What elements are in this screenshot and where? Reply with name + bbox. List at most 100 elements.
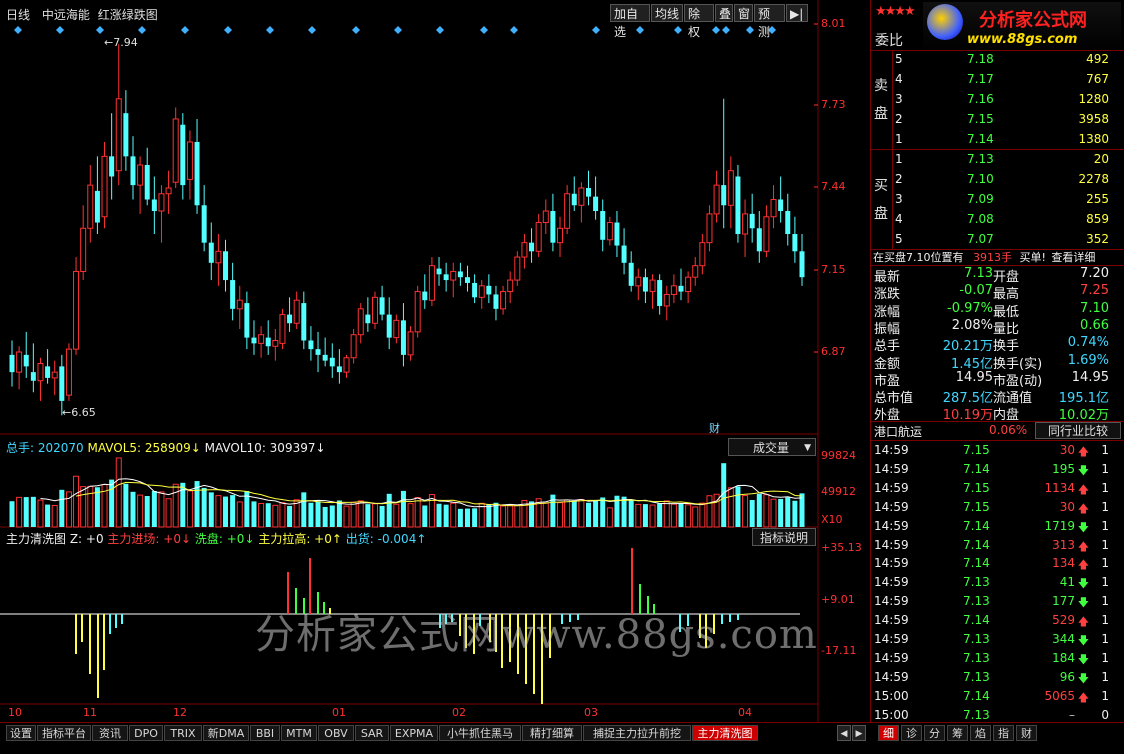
- candle-body[interactable]: [265, 337, 271, 347]
- candle-body[interactable]: [742, 213, 749, 235]
- bottom-tab-0[interactable]: 设置: [6, 725, 36, 741]
- notice-detail-link[interactable]: 查看详细: [1051, 251, 1095, 264]
- candle-body[interactable]: [308, 340, 314, 350]
- candle-body[interactable]: [9, 354, 15, 373]
- event-marker[interactable]: [96, 26, 104, 34]
- candle-body[interactable]: [529, 242, 535, 252]
- order-row[interactable]: 1 7.14 1380: [871, 130, 1124, 150]
- order-row[interactable]: 2 7.10 2278: [871, 170, 1124, 190]
- candle-body[interactable]: [350, 334, 357, 359]
- panel-tab-0[interactable]: 细: [878, 725, 899, 741]
- bottom-tab-7[interactable]: MTM: [281, 725, 317, 741]
- kline-chart-area[interactable]: 日线 中远海能 红涨绿跌图 加自选 均线 除权叠窗预测 ▶| 8.01 7.73 7.44…: [0, 0, 870, 722]
- candle-body[interactable]: [564, 193, 571, 229]
- candle-body[interactable]: [87, 184, 94, 229]
- candle-body[interactable]: [73, 270, 80, 350]
- candle-body[interactable]: [329, 357, 335, 367]
- candle-body[interactable]: [663, 293, 670, 307]
- candle-body[interactable]: [500, 291, 507, 310]
- scroll-right-button[interactable]: ▶: [852, 725, 866, 741]
- tick-row[interactable]: 14:59 7.14 313 🡅 1: [871, 536, 1124, 555]
- candle-body[interactable]: [778, 199, 784, 212]
- candle-body[interactable]: [699, 242, 706, 267]
- candle-body[interactable]: [535, 222, 542, 252]
- panel-tab-5[interactable]: 指: [993, 725, 1014, 741]
- bottom-tab-11[interactable]: 小牛抓住黑马: [439, 725, 521, 741]
- candle-body[interactable]: [792, 234, 798, 252]
- tick-row[interactable]: 14:59 7.15 1134 🡅 1: [871, 479, 1124, 498]
- candle-body[interactable]: [678, 285, 684, 292]
- event-marker[interactable]: [224, 26, 232, 34]
- candle-body[interactable]: [109, 156, 115, 177]
- bottom-tab-12[interactable]: 精打细算: [522, 725, 582, 741]
- order-row[interactable]: 3 7.16 1280: [871, 90, 1124, 110]
- event-marker[interactable]: [266, 26, 274, 34]
- candle-body[interactable]: [407, 331, 414, 356]
- candle-body[interactable]: [428, 265, 435, 301]
- candle-body[interactable]: [23, 354, 29, 367]
- panel-tab-4[interactable]: 焰: [970, 725, 991, 741]
- bottom-tab-8[interactable]: OBV: [318, 725, 354, 741]
- tick-row[interactable]: 14:59 7.13 344 🡇 1: [871, 630, 1124, 649]
- toolbar-button-4[interactable]: 窗: [734, 4, 753, 22]
- candle-body[interactable]: [414, 291, 421, 333]
- order-row[interactable]: 5 7.18 492: [871, 50, 1124, 70]
- candle-body[interactable]: [450, 270, 457, 281]
- tick-row[interactable]: 15:00 7.14 5065 🡅 1: [871, 687, 1124, 706]
- candle-body[interactable]: [550, 211, 556, 243]
- candle-body[interactable]: [614, 222, 620, 246]
- order-row[interactable]: 5 7.07 352: [871, 230, 1124, 250]
- event-marker[interactable]: [746, 26, 754, 34]
- candle-body[interactable]: [336, 366, 342, 373]
- candle-body[interactable]: [785, 211, 791, 235]
- candle-body[interactable]: [635, 276, 642, 287]
- event-marker[interactable]: [480, 26, 488, 34]
- bottom-tab-9[interactable]: SAR: [355, 725, 389, 741]
- candle-body[interactable]: [685, 276, 692, 293]
- event-marker[interactable]: [436, 26, 444, 34]
- toolbar-button-3[interactable]: 叠: [715, 4, 733, 22]
- candle-body[interactable]: [557, 227, 564, 244]
- bottom-tab-1[interactable]: 指标平台: [37, 725, 91, 741]
- candle-body[interactable]: [236, 299, 243, 310]
- event-marker[interactable]: [138, 26, 146, 34]
- sector-name[interactable]: 港口航运: [874, 423, 922, 440]
- candle-body[interactable]: [770, 199, 777, 218]
- candle-body[interactable]: [215, 250, 222, 264]
- candle-body[interactable]: [51, 371, 58, 379]
- event-marker[interactable]: [394, 26, 402, 34]
- indicator-help-button[interactable]: 指标说明: [752, 528, 816, 546]
- candle-body[interactable]: [642, 277, 648, 292]
- panel-tab-3[interactable]: 筹: [947, 725, 968, 741]
- candle-body[interactable]: [756, 228, 762, 252]
- candle-body[interactable]: [371, 296, 378, 324]
- tick-row[interactable]: 14:59 7.13 184 🡇 1: [871, 649, 1124, 668]
- candle-body[interactable]: [137, 164, 144, 186]
- candle-body[interactable]: [101, 155, 108, 218]
- candle-body[interactable]: [670, 285, 677, 295]
- candle-body[interactable]: [208, 242, 214, 263]
- candle-body[interactable]: [343, 357, 350, 373]
- volume-dropdown[interactable]: 成交量 ▼: [728, 438, 816, 456]
- toolbar-button-1[interactable]: 均线: [651, 4, 683, 22]
- candle-body[interactable]: [600, 211, 606, 240]
- candle-body[interactable]: [365, 314, 371, 324]
- candle-body[interactable]: [158, 193, 165, 212]
- panel-tab-2[interactable]: 分: [924, 725, 945, 741]
- bottom-tab-14[interactable]: 主力清洗图: [692, 725, 758, 741]
- tick-row[interactable]: 14:59 7.13 96 🡇 1: [871, 668, 1124, 687]
- candle-body[interactable]: [37, 363, 44, 382]
- candle-body[interactable]: [251, 337, 257, 344]
- candle-body[interactable]: [357, 308, 364, 336]
- candle-body[interactable]: [628, 262, 634, 286]
- candle-body[interactable]: [16, 351, 23, 373]
- bottom-tab-6[interactable]: BBI: [250, 725, 280, 741]
- tick-list[interactable]: 14:59 7.15 30 🡅 1 14:59 7.14 195 🡇 1 14:59 7.15 1134…: [871, 441, 1124, 722]
- event-marker[interactable]: [712, 26, 720, 34]
- candle-body[interactable]: [692, 265, 699, 278]
- candle-body[interactable]: [223, 251, 229, 281]
- tick-row[interactable]: 14:59 7.14 1719 🡇 1: [871, 517, 1124, 536]
- candle-body[interactable]: [322, 354, 328, 361]
- candle-body[interactable]: [80, 227, 87, 272]
- candle-body[interactable]: [735, 176, 741, 235]
